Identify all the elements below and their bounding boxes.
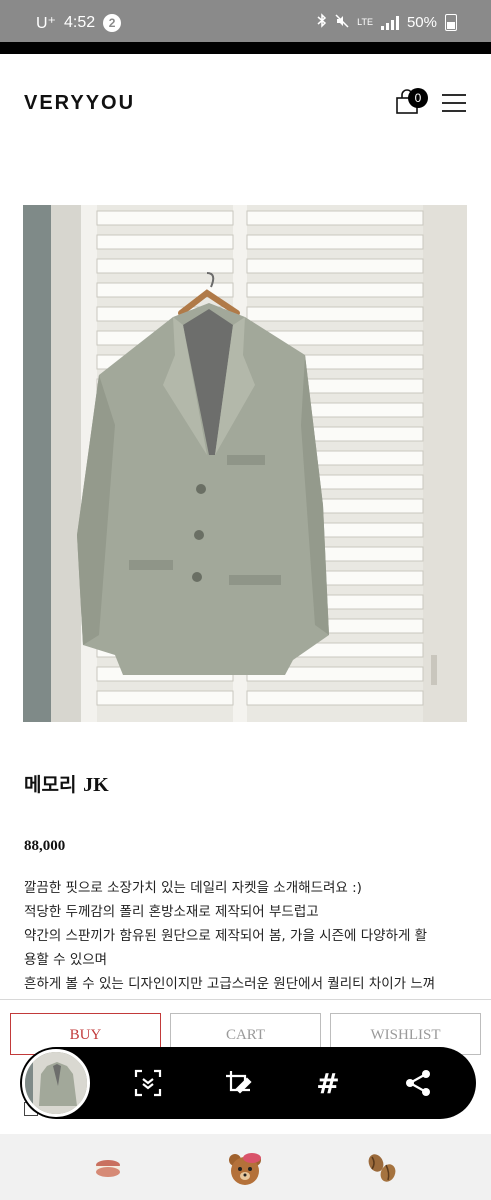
hamburger-menu-icon[interactable] — [441, 93, 467, 113]
description-line: 약간의 스판끼가 함유된 원단으로 제작되어 봄, 가을 시즌에 다양하게 활 — [24, 928, 428, 944]
product-image[interactable] — [23, 205, 467, 722]
crop-edit-icon[interactable] — [220, 1065, 256, 1101]
network-label: LTE — [357, 17, 373, 27]
notification-count-badge: 2 — [103, 14, 122, 32]
hashtag-icon[interactable]: # — [310, 1065, 346, 1101]
scroll-capture-icon[interactable] — [130, 1065, 166, 1101]
mute-icon — [335, 13, 349, 32]
action-bar-divider — [0, 999, 491, 1000]
product-price: 88,000 — [24, 838, 66, 854]
coffee-bean-icon[interactable] — [362, 1148, 402, 1188]
clock: 4:52 — [64, 14, 96, 31]
battery-label: 50% — [406, 14, 437, 31]
carrier-label: U⁺ — [36, 15, 56, 32]
capture-thumbnail[interactable] — [22, 1049, 90, 1117]
status-bar: U⁺ 4:52 2 LTE 50% — [0, 0, 491, 42]
share-icon[interactable] — [400, 1065, 436, 1101]
description-line: 깔끔한 핏으로 소장가치 있는 데일리 자켓을 소개해드려요 :) — [24, 880, 362, 896]
bluetooth-icon — [317, 13, 327, 32]
site-logo[interactable]: VERYYOU — [24, 92, 135, 115]
cart-count-badge: 0 — [408, 88, 428, 108]
bear-icon[interactable] — [225, 1148, 265, 1188]
product-name-latin: JK — [83, 774, 109, 796]
description-line: 적당한 두께감의 폴리 혼방소재로 제작되어 부드럽고 — [24, 904, 319, 920]
macaron-icon[interactable] — [88, 1148, 128, 1188]
product-name-korean: 메모리 — [24, 774, 77, 796]
product-description: 깔끔한 핏으로 소장가치 있는 데일리 자켓을 소개해드려요 :) 적당한 두께… — [24, 876, 469, 996]
product-name: 메모리 JK — [24, 770, 109, 797]
signal-icon — [380, 15, 399, 30]
battery-icon — [445, 14, 457, 31]
description-line: 흔하게 볼 수 있는 디자인이지만 고급스러운 원단에서 퀄리티 차이가 느껴 — [24, 976, 436, 992]
top-divider-bar — [0, 42, 491, 54]
description-line: 용할 수 있으며 — [24, 952, 108, 968]
screenshot-toolbar: # — [20, 1047, 476, 1119]
bottom-navigation — [0, 1134, 491, 1200]
